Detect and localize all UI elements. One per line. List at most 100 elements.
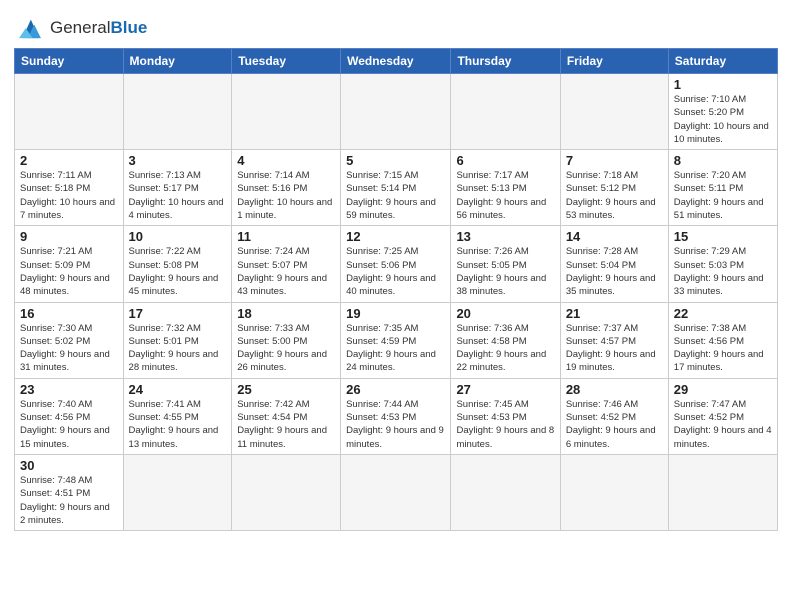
calendar-cell: 3Sunrise: 7:13 AM Sunset: 5:17 PM Daylig… bbox=[123, 150, 232, 226]
day-info: Sunrise: 7:13 AM Sunset: 5:17 PM Dayligh… bbox=[129, 169, 227, 222]
calendar-cell: 7Sunrise: 7:18 AM Sunset: 5:12 PM Daylig… bbox=[560, 150, 668, 226]
day-number: 12 bbox=[346, 229, 445, 244]
day-info: Sunrise: 7:35 AM Sunset: 4:59 PM Dayligh… bbox=[346, 322, 445, 375]
day-number: 22 bbox=[674, 306, 772, 321]
weekday-header-thursday: Thursday bbox=[451, 49, 560, 74]
weekday-header-wednesday: Wednesday bbox=[341, 49, 451, 74]
calendar-cell: 25Sunrise: 7:42 AM Sunset: 4:54 PM Dayli… bbox=[232, 378, 341, 454]
day-info: Sunrise: 7:40 AM Sunset: 4:56 PM Dayligh… bbox=[20, 398, 118, 451]
day-info: Sunrise: 7:33 AM Sunset: 5:00 PM Dayligh… bbox=[237, 322, 335, 375]
day-info: Sunrise: 7:14 AM Sunset: 5:16 PM Dayligh… bbox=[237, 169, 335, 222]
day-number: 1 bbox=[674, 77, 772, 92]
day-number: 23 bbox=[20, 382, 118, 397]
week-row-1: 1Sunrise: 7:10 AM Sunset: 5:20 PM Daylig… bbox=[15, 74, 778, 150]
calendar-table: SundayMondayTuesdayWednesdayThursdayFrid… bbox=[14, 48, 778, 531]
day-number: 4 bbox=[237, 153, 335, 168]
calendar-cell bbox=[451, 454, 560, 530]
day-info: Sunrise: 7:37 AM Sunset: 4:57 PM Dayligh… bbox=[566, 322, 663, 375]
calendar-cell: 2Sunrise: 7:11 AM Sunset: 5:18 PM Daylig… bbox=[15, 150, 124, 226]
day-number: 17 bbox=[129, 306, 227, 321]
calendar-cell: 27Sunrise: 7:45 AM Sunset: 4:53 PM Dayli… bbox=[451, 378, 560, 454]
calendar-cell: 8Sunrise: 7:20 AM Sunset: 5:11 PM Daylig… bbox=[668, 150, 777, 226]
calendar-cell: 14Sunrise: 7:28 AM Sunset: 5:04 PM Dayli… bbox=[560, 226, 668, 302]
calendar-cell: 11Sunrise: 7:24 AM Sunset: 5:07 PM Dayli… bbox=[232, 226, 341, 302]
calendar-cell bbox=[123, 454, 232, 530]
calendar-cell: 24Sunrise: 7:41 AM Sunset: 4:55 PM Dayli… bbox=[123, 378, 232, 454]
day-info: Sunrise: 7:36 AM Sunset: 4:58 PM Dayligh… bbox=[456, 322, 554, 375]
calendar-cell bbox=[451, 74, 560, 150]
day-number: 6 bbox=[456, 153, 554, 168]
day-number: 25 bbox=[237, 382, 335, 397]
calendar-cell bbox=[232, 454, 341, 530]
calendar-cell: 16Sunrise: 7:30 AM Sunset: 5:02 PM Dayli… bbox=[15, 302, 124, 378]
day-number: 20 bbox=[456, 306, 554, 321]
calendar-cell: 26Sunrise: 7:44 AM Sunset: 4:53 PM Dayli… bbox=[341, 378, 451, 454]
calendar-cell bbox=[15, 74, 124, 150]
calendar-cell: 12Sunrise: 7:25 AM Sunset: 5:06 PM Dayli… bbox=[341, 226, 451, 302]
calendar-cell bbox=[560, 74, 668, 150]
calendar-cell: 19Sunrise: 7:35 AM Sunset: 4:59 PM Dayli… bbox=[341, 302, 451, 378]
calendar-cell: 30Sunrise: 7:48 AM Sunset: 4:51 PM Dayli… bbox=[15, 454, 124, 530]
calendar-cell bbox=[123, 74, 232, 150]
calendar-cell: 17Sunrise: 7:32 AM Sunset: 5:01 PM Dayli… bbox=[123, 302, 232, 378]
day-info: Sunrise: 7:44 AM Sunset: 4:53 PM Dayligh… bbox=[346, 398, 445, 451]
week-row-5: 23Sunrise: 7:40 AM Sunset: 4:56 PM Dayli… bbox=[15, 378, 778, 454]
day-number: 15 bbox=[674, 229, 772, 244]
day-number: 29 bbox=[674, 382, 772, 397]
calendar-cell: 23Sunrise: 7:40 AM Sunset: 4:56 PM Dayli… bbox=[15, 378, 124, 454]
day-info: Sunrise: 7:47 AM Sunset: 4:52 PM Dayligh… bbox=[674, 398, 772, 451]
day-info: Sunrise: 7:30 AM Sunset: 5:02 PM Dayligh… bbox=[20, 322, 118, 375]
day-number: 2 bbox=[20, 153, 118, 168]
calendar-cell bbox=[341, 454, 451, 530]
week-row-4: 16Sunrise: 7:30 AM Sunset: 5:02 PM Dayli… bbox=[15, 302, 778, 378]
calendar-cell: 20Sunrise: 7:36 AM Sunset: 4:58 PM Dayli… bbox=[451, 302, 560, 378]
day-info: Sunrise: 7:46 AM Sunset: 4:52 PM Dayligh… bbox=[566, 398, 663, 451]
weekday-header-tuesday: Tuesday bbox=[232, 49, 341, 74]
page-header: GeneralBlue bbox=[14, 10, 778, 42]
day-info: Sunrise: 7:15 AM Sunset: 5:14 PM Dayligh… bbox=[346, 169, 445, 222]
day-number: 24 bbox=[129, 382, 227, 397]
day-info: Sunrise: 7:17 AM Sunset: 5:13 PM Dayligh… bbox=[456, 169, 554, 222]
weekday-header-saturday: Saturday bbox=[668, 49, 777, 74]
day-info: Sunrise: 7:20 AM Sunset: 5:11 PM Dayligh… bbox=[674, 169, 772, 222]
week-row-3: 9Sunrise: 7:21 AM Sunset: 5:09 PM Daylig… bbox=[15, 226, 778, 302]
calendar-cell: 10Sunrise: 7:22 AM Sunset: 5:08 PM Dayli… bbox=[123, 226, 232, 302]
calendar-cell: 18Sunrise: 7:33 AM Sunset: 5:00 PM Dayli… bbox=[232, 302, 341, 378]
weekday-header-sunday: Sunday bbox=[15, 49, 124, 74]
day-number: 30 bbox=[20, 458, 118, 473]
weekday-header-monday: Monday bbox=[123, 49, 232, 74]
day-number: 5 bbox=[346, 153, 445, 168]
calendar-cell: 15Sunrise: 7:29 AM Sunset: 5:03 PM Dayli… bbox=[668, 226, 777, 302]
day-number: 27 bbox=[456, 382, 554, 397]
day-info: Sunrise: 7:25 AM Sunset: 5:06 PM Dayligh… bbox=[346, 245, 445, 298]
day-number: 18 bbox=[237, 306, 335, 321]
calendar-cell bbox=[560, 454, 668, 530]
calendar-cell: 5Sunrise: 7:15 AM Sunset: 5:14 PM Daylig… bbox=[341, 150, 451, 226]
day-number: 8 bbox=[674, 153, 772, 168]
calendar-cell: 13Sunrise: 7:26 AM Sunset: 5:05 PM Dayli… bbox=[451, 226, 560, 302]
day-number: 28 bbox=[566, 382, 663, 397]
calendar-cell: 4Sunrise: 7:14 AM Sunset: 5:16 PM Daylig… bbox=[232, 150, 341, 226]
calendar-cell bbox=[232, 74, 341, 150]
calendar-cell: 28Sunrise: 7:46 AM Sunset: 4:52 PM Dayli… bbox=[560, 378, 668, 454]
day-info: Sunrise: 7:10 AM Sunset: 5:20 PM Dayligh… bbox=[674, 93, 772, 146]
week-row-6: 30Sunrise: 7:48 AM Sunset: 4:51 PM Dayli… bbox=[15, 454, 778, 530]
calendar-cell bbox=[668, 454, 777, 530]
day-info: Sunrise: 7:26 AM Sunset: 5:05 PM Dayligh… bbox=[456, 245, 554, 298]
day-number: 19 bbox=[346, 306, 445, 321]
calendar-page: GeneralBlue SundayMondayTuesdayWednesday… bbox=[0, 0, 792, 612]
day-number: 14 bbox=[566, 229, 663, 244]
logo-text: GeneralBlue bbox=[50, 18, 147, 38]
day-info: Sunrise: 7:22 AM Sunset: 5:08 PM Dayligh… bbox=[129, 245, 227, 298]
day-info: Sunrise: 7:42 AM Sunset: 4:54 PM Dayligh… bbox=[237, 398, 335, 451]
calendar-cell: 29Sunrise: 7:47 AM Sunset: 4:52 PM Dayli… bbox=[668, 378, 777, 454]
week-row-2: 2Sunrise: 7:11 AM Sunset: 5:18 PM Daylig… bbox=[15, 150, 778, 226]
calendar-cell: 9Sunrise: 7:21 AM Sunset: 5:09 PM Daylig… bbox=[15, 226, 124, 302]
day-info: Sunrise: 7:32 AM Sunset: 5:01 PM Dayligh… bbox=[129, 322, 227, 375]
day-info: Sunrise: 7:21 AM Sunset: 5:09 PM Dayligh… bbox=[20, 245, 118, 298]
day-info: Sunrise: 7:41 AM Sunset: 4:55 PM Dayligh… bbox=[129, 398, 227, 451]
day-number: 3 bbox=[129, 153, 227, 168]
day-info: Sunrise: 7:38 AM Sunset: 4:56 PM Dayligh… bbox=[674, 322, 772, 375]
day-info: Sunrise: 7:18 AM Sunset: 5:12 PM Dayligh… bbox=[566, 169, 663, 222]
calendar-cell: 21Sunrise: 7:37 AM Sunset: 4:57 PM Dayli… bbox=[560, 302, 668, 378]
